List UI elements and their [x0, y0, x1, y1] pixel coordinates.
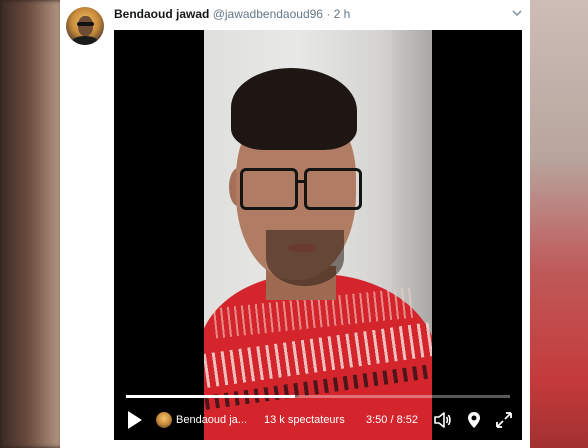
- background-right: [530, 0, 588, 448]
- avatar-face: [78, 16, 93, 36]
- time-display: 3:50 / 8:52: [366, 414, 418, 426]
- tweet-header: Bendaoud jawad @jawadbendaoud96 · 2 h: [114, 6, 350, 22]
- user-handle[interactable]: @jawadbendaoud96: [213, 7, 323, 21]
- broadcaster-avatar: [156, 412, 172, 428]
- volume-icon[interactable]: [432, 410, 452, 430]
- viewer-count: 13 k spectateurs: [264, 414, 345, 426]
- play-icon[interactable]: [128, 411, 142, 429]
- fullscreen-icon[interactable]: [494, 410, 514, 430]
- avatar-shirt: [71, 36, 99, 45]
- location-pin-icon[interactable]: [464, 410, 484, 430]
- broadcaster-name[interactable]: Bendaoud ja...: [176, 414, 247, 426]
- display-name[interactable]: Bendaoud jawad: [114, 7, 209, 21]
- progress-fill: [126, 395, 295, 398]
- glasses-left-lens: [240, 168, 298, 210]
- separator: ·: [326, 7, 331, 21]
- tweet-card: Bendaoud jawad @jawadbendaoud96 · 2 h Be…: [60, 0, 530, 448]
- background-left: [0, 0, 62, 448]
- glasses-bridge: [295, 180, 305, 183]
- avatar-sunglasses: [77, 22, 94, 26]
- chevron-down-icon[interactable]: [510, 6, 524, 20]
- hair: [231, 68, 357, 150]
- beard: [266, 230, 344, 286]
- progress-bar[interactable]: [126, 395, 510, 398]
- mouth: [288, 244, 316, 252]
- glasses-right-lens: [304, 168, 362, 210]
- video-player[interactable]: Bendaoud ja... 13 k spectateurs 3:50 / 8…: [114, 30, 522, 440]
- tweet-time[interactable]: 2 h: [334, 7, 351, 21]
- video-frame: [204, 30, 432, 440]
- avatar[interactable]: [66, 7, 104, 45]
- player-controls: Bendaoud ja... 13 k spectateurs 3:50 / 8…: [114, 406, 522, 438]
